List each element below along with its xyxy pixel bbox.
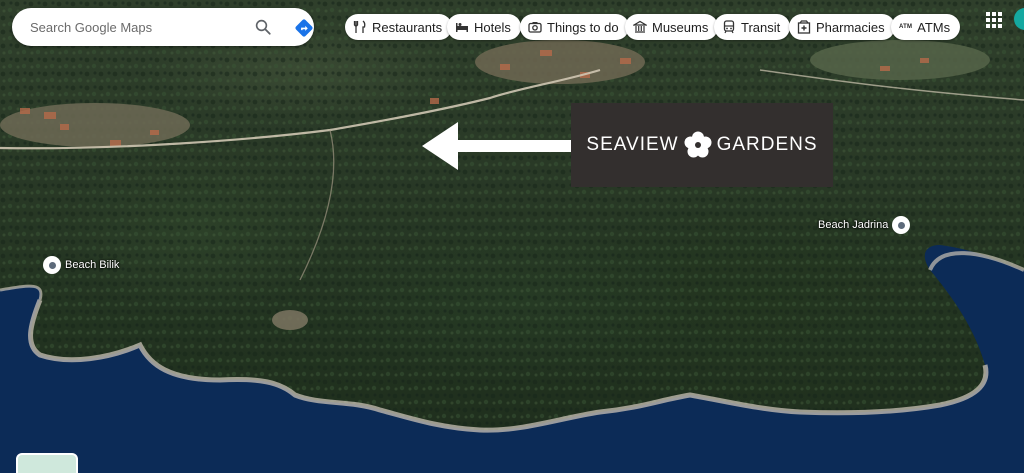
map-terrain xyxy=(0,0,1024,473)
chip-museums[interactable]: Museums xyxy=(625,14,719,40)
search-icon[interactable] xyxy=(254,18,272,36)
hotel-icon xyxy=(455,20,469,34)
chip-label: Museums xyxy=(652,19,709,35)
place-beach-jadrina[interactable]: Beach Jadrina xyxy=(818,216,911,234)
seaview-gardens-logo: SEAVIEW GARDENS xyxy=(571,103,833,187)
satellite-map[interactable]: Restaurants Hotels Things to do Museums … xyxy=(0,0,1024,473)
logo-text-left: SEAVIEW xyxy=(586,134,679,155)
chip-label: Transit xyxy=(741,19,781,35)
search-box[interactable] xyxy=(12,8,314,46)
chip-atms[interactable]: ATM ATMs xyxy=(891,14,961,40)
atm-icon: ATM xyxy=(899,24,913,30)
chip-pharmacies[interactable]: Pharmacies xyxy=(789,14,895,40)
map-pin-icon xyxy=(43,256,61,274)
chip-label: Things to do xyxy=(547,19,619,35)
place-beach-bilik[interactable]: Beach Bilik xyxy=(43,256,119,274)
directions-icon[interactable] xyxy=(294,18,314,38)
chip-label: Pharmacies xyxy=(816,19,885,35)
restaurant-icon xyxy=(353,20,367,34)
arrow-left-icon xyxy=(422,122,572,170)
chip-transit[interactable]: Transit xyxy=(714,14,791,40)
apps-grid-icon[interactable] xyxy=(986,12,1002,28)
camera-icon xyxy=(528,20,542,34)
chip-label: Restaurants xyxy=(372,19,443,35)
logo-text-right: GARDENS xyxy=(716,134,818,155)
chip-restaurants[interactable]: Restaurants xyxy=(345,14,453,40)
place-label: Beach Jadrina xyxy=(818,219,889,231)
museum-icon xyxy=(633,20,647,34)
chip-label: ATMs xyxy=(917,19,951,35)
transit-icon xyxy=(722,20,736,34)
chip-hotels[interactable]: Hotels xyxy=(447,14,521,40)
chip-things-to-do[interactable]: Things to do xyxy=(520,14,629,40)
place-label: Beach Bilik xyxy=(65,259,120,271)
flower-icon xyxy=(684,131,712,158)
layers-toggle[interactable] xyxy=(16,453,78,473)
chip-label: Hotels xyxy=(474,19,511,35)
pharmacy-icon xyxy=(797,20,811,34)
map-pin-icon xyxy=(892,216,911,234)
search-input[interactable] xyxy=(30,19,230,35)
